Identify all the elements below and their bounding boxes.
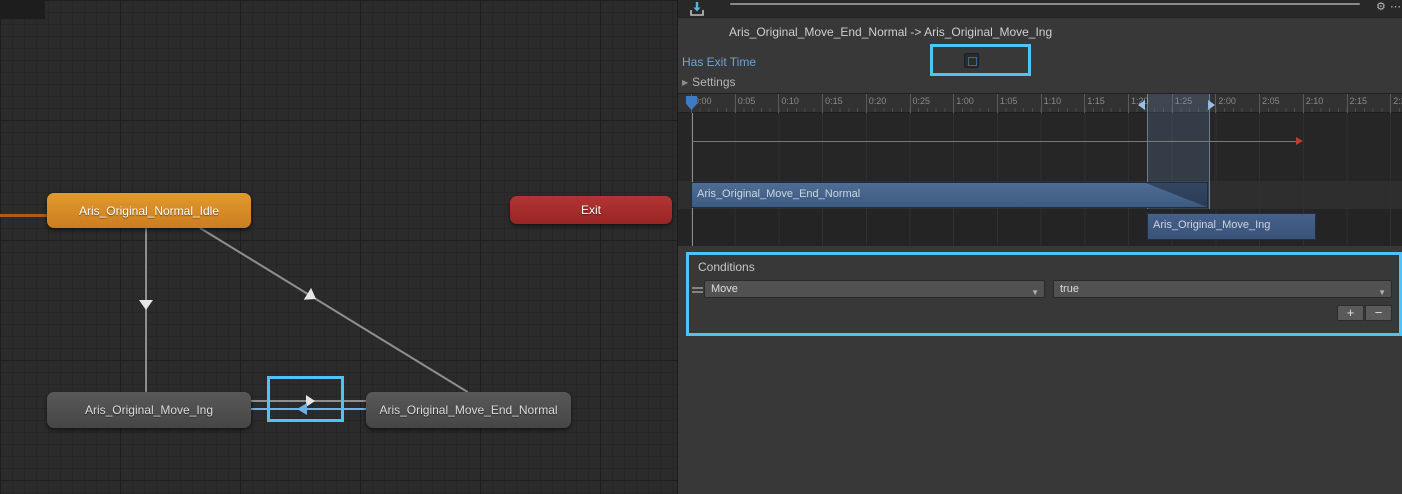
transition-arrow-icon (303, 288, 319, 305)
ruler-tick: 2:15 (1347, 94, 1368, 113)
ruler-tick: 0:15 (822, 94, 843, 113)
conditions-header: Conditions (698, 260, 755, 274)
ruler-tick: 1:05 (997, 94, 1018, 113)
ruler-tick: 2:10 (1303, 94, 1324, 113)
condition-value: true (1060, 283, 1079, 295)
crossfade-triangle (1146, 183, 1207, 207)
transition-move-end-to-move-ing-selected[interactable] (251, 408, 366, 410)
condition-parameter-value: Move (711, 283, 738, 295)
gear-icon[interactable]: ⚙ (1376, 0, 1386, 13)
ruler-tick: 1:15 (1084, 94, 1105, 113)
transition-timeline[interactable]: 0:00 0:05 0:10 0:15 0:20 0:25 1:00 1:05 … (678, 93, 1402, 245)
tutorial-highlight-checkbox (930, 44, 1031, 76)
more-icon[interactable]: ⋯ (1390, 0, 1401, 13)
entry-transition-line[interactable] (0, 214, 48, 217)
settings-label: Settings (692, 75, 735, 89)
conditions-section: Conditions Move ▼ true ▼ + − (686, 252, 1402, 336)
condition-reorder-handle[interactable] (692, 287, 703, 293)
state-node-move-ing[interactable]: Aris_Original_Move_Ing (47, 392, 251, 428)
ruler-tick: 2:05 (1259, 94, 1280, 113)
transition-start-handle[interactable] (1138, 100, 1145, 110)
state-node-move-end[interactable]: Aris_Original_Move_End_Normal (366, 392, 571, 428)
playhead-line (692, 113, 693, 246)
clip-bar-incoming[interactable]: Aris_Original_Move_Ing (1147, 213, 1316, 240)
ruler-tick: 2:00 (1215, 94, 1236, 113)
clip-bar-label: Aris_Original_Move_End_Normal (697, 188, 860, 200)
has-exit-time-label: Has Exit Time (682, 55, 756, 69)
ruler-tick: 0:05 (735, 94, 756, 113)
state-node-idle[interactable]: Aris_Original_Normal_Idle (47, 193, 251, 228)
ruler-tick: 1:00 (953, 94, 974, 113)
has-exit-time-checkbox[interactable] (964, 53, 979, 68)
transition-arrow-icon (306, 395, 315, 407)
duration-line-arrow-icon (1296, 137, 1303, 145)
chevron-down-icon: ▼ (1378, 285, 1386, 301)
transition-idle-to-move-ing[interactable] (145, 228, 147, 392)
condition-parameter-dropdown[interactable]: Move ▼ (704, 280, 1045, 298)
clip-bar-label: Aris_Original_Move_Ing (1153, 219, 1270, 231)
transition-idle-to-move-end[interactable] (199, 227, 468, 393)
timeline-ruler[interactable]: 0:00 0:05 0:10 0:15 0:20 0:25 1:00 1:05 … (678, 94, 1402, 113)
ruler-tick: 1:10 (1041, 94, 1062, 113)
ruler-tick: 2:2 (1390, 94, 1402, 113)
graph-corner-shade (0, 0, 45, 19)
transition-title: Aris_Original_Move_End_Normal -> Aris_Or… (729, 25, 1052, 39)
condition-value-dropdown[interactable]: true ▼ (1053, 280, 1392, 298)
transition-move-ing-to-move-end[interactable] (251, 400, 366, 402)
animator-graph-canvas[interactable]: Aris_Original_Normal_Idle Exit Aris_Orig… (0, 0, 677, 494)
remove-condition-button[interactable]: − (1365, 305, 1392, 321)
foldout-arrow-icon: ▶ (682, 78, 688, 87)
inspector-topbar: ⚙ ⋯ (678, 0, 1402, 18)
ruler-tick: 0:10 (778, 94, 799, 113)
add-condition-button[interactable]: + (1337, 305, 1364, 321)
ruler-tick: 0:20 (866, 94, 887, 113)
header-slider[interactable] (730, 3, 1360, 5)
state-node-exit[interactable]: Exit (510, 196, 672, 224)
clip-bar-outgoing[interactable]: Aris_Original_Move_End_Normal (691, 182, 1208, 208)
transition-arrow-icon (139, 300, 153, 310)
settings-foldout[interactable]: ▶ Settings (682, 75, 736, 89)
chevron-down-icon: ▼ (1031, 285, 1039, 301)
transition-icon (689, 1, 705, 17)
duration-line (692, 141, 1296, 142)
inspector-panel: ⚙ ⋯ Aris_Original_Move_End_Normal -> Ari… (677, 0, 1402, 494)
selected-transition-arrow-icon (297, 403, 307, 415)
ruler-tick: 0:25 (910, 94, 931, 113)
